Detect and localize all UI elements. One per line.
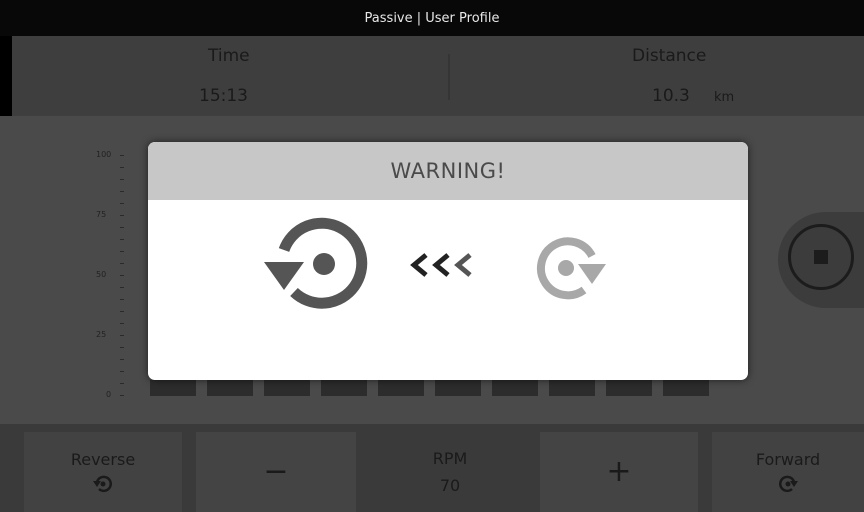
time-value: 15:13 [199, 86, 248, 106]
plus-label: + [606, 454, 632, 489]
stats-panel: Time 15:13 Distance 10.3 km [12, 36, 864, 116]
bar-slot [150, 380, 196, 396]
warning-body [148, 200, 748, 380]
bar-slot [321, 380, 367, 396]
y-tick-mark [120, 347, 124, 348]
distance-label: Distance [632, 46, 707, 66]
reverse-button[interactable]: Reverse [24, 432, 182, 512]
y-tick-mark [120, 215, 124, 216]
title-bar: Passive | User Profile [0, 0, 864, 36]
y-tick-mark [120, 251, 124, 252]
rotate-ccw-icon [264, 217, 368, 309]
time-stat: Time 15:13 [12, 36, 312, 116]
time-label: Time [208, 46, 250, 66]
stop-button[interactable] [778, 212, 864, 308]
bar-slot [264, 380, 310, 396]
warning-title: WARNING! [390, 159, 506, 183]
distance-stat: Distance 10.3 km [572, 36, 864, 116]
y-tick-mark [120, 239, 124, 240]
rpm-label: RPM [432, 449, 468, 468]
bar-slot [606, 380, 652, 396]
y-tick-mark [120, 395, 124, 396]
y-tick-mark [120, 191, 124, 192]
decrease-rpm-button[interactable]: − [196, 432, 356, 512]
y-tick-mark [120, 299, 124, 300]
y-tick-mark [120, 383, 124, 384]
rotate-cw-icon [536, 237, 606, 300]
y-tick-mark [120, 179, 124, 180]
y-tick-mark [120, 203, 124, 204]
y-tick-label-75: 75 [96, 210, 107, 219]
bar-slot [663, 380, 709, 396]
distance-unit: km [714, 90, 735, 105]
y-tick-mark [120, 287, 124, 288]
y-tick-mark [120, 311, 124, 312]
warning-dialog: WARNING! [148, 142, 748, 380]
y-tick-mark [120, 359, 124, 360]
y-tick-mark [120, 227, 124, 228]
reverse-label: Reverse [70, 449, 136, 469]
stats-divider [448, 54, 450, 100]
minus-label: − [263, 454, 289, 489]
y-tick-mark [120, 371, 124, 372]
forward-button[interactable]: Forward [712, 432, 864, 512]
controls-bar: Reverse − RPM 70 + Forward [0, 424, 864, 512]
bar-slot [492, 380, 538, 396]
y-tick-mark [120, 275, 124, 276]
distance-value: 10.3 [652, 86, 690, 106]
y-tick-mark [120, 323, 124, 324]
y-tick-mark [120, 167, 124, 168]
y-tick-label-100: 100 [96, 150, 112, 159]
rotate-ccw-icon [93, 475, 112, 492]
title-bar-text: Passive | User Profile [364, 10, 500, 26]
bar-slot [378, 380, 424, 396]
rpm-display: RPM 70 [370, 432, 530, 512]
y-tick-mark [120, 335, 124, 336]
warning-header: WARNING! [148, 142, 748, 200]
increase-rpm-button[interactable]: + [540, 432, 698, 512]
chevrons-left-icon [410, 253, 472, 277]
bar-slot [435, 380, 481, 396]
y-tick-label-25: 25 [96, 330, 107, 339]
y-tick-mark [120, 155, 124, 156]
y-tick-label-0: 0 [106, 390, 112, 399]
stop-icon [788, 224, 854, 290]
forward-label: Forward [755, 449, 821, 469]
bar-slot [549, 380, 595, 396]
rpm-value: 70 [439, 476, 461, 495]
y-tick-mark [120, 263, 124, 264]
y-axis: 100 75 50 25 0 [96, 150, 126, 400]
y-tick-label-50: 50 [96, 270, 107, 279]
bar-slot [207, 380, 253, 396]
rotate-cw-icon [779, 475, 798, 492]
